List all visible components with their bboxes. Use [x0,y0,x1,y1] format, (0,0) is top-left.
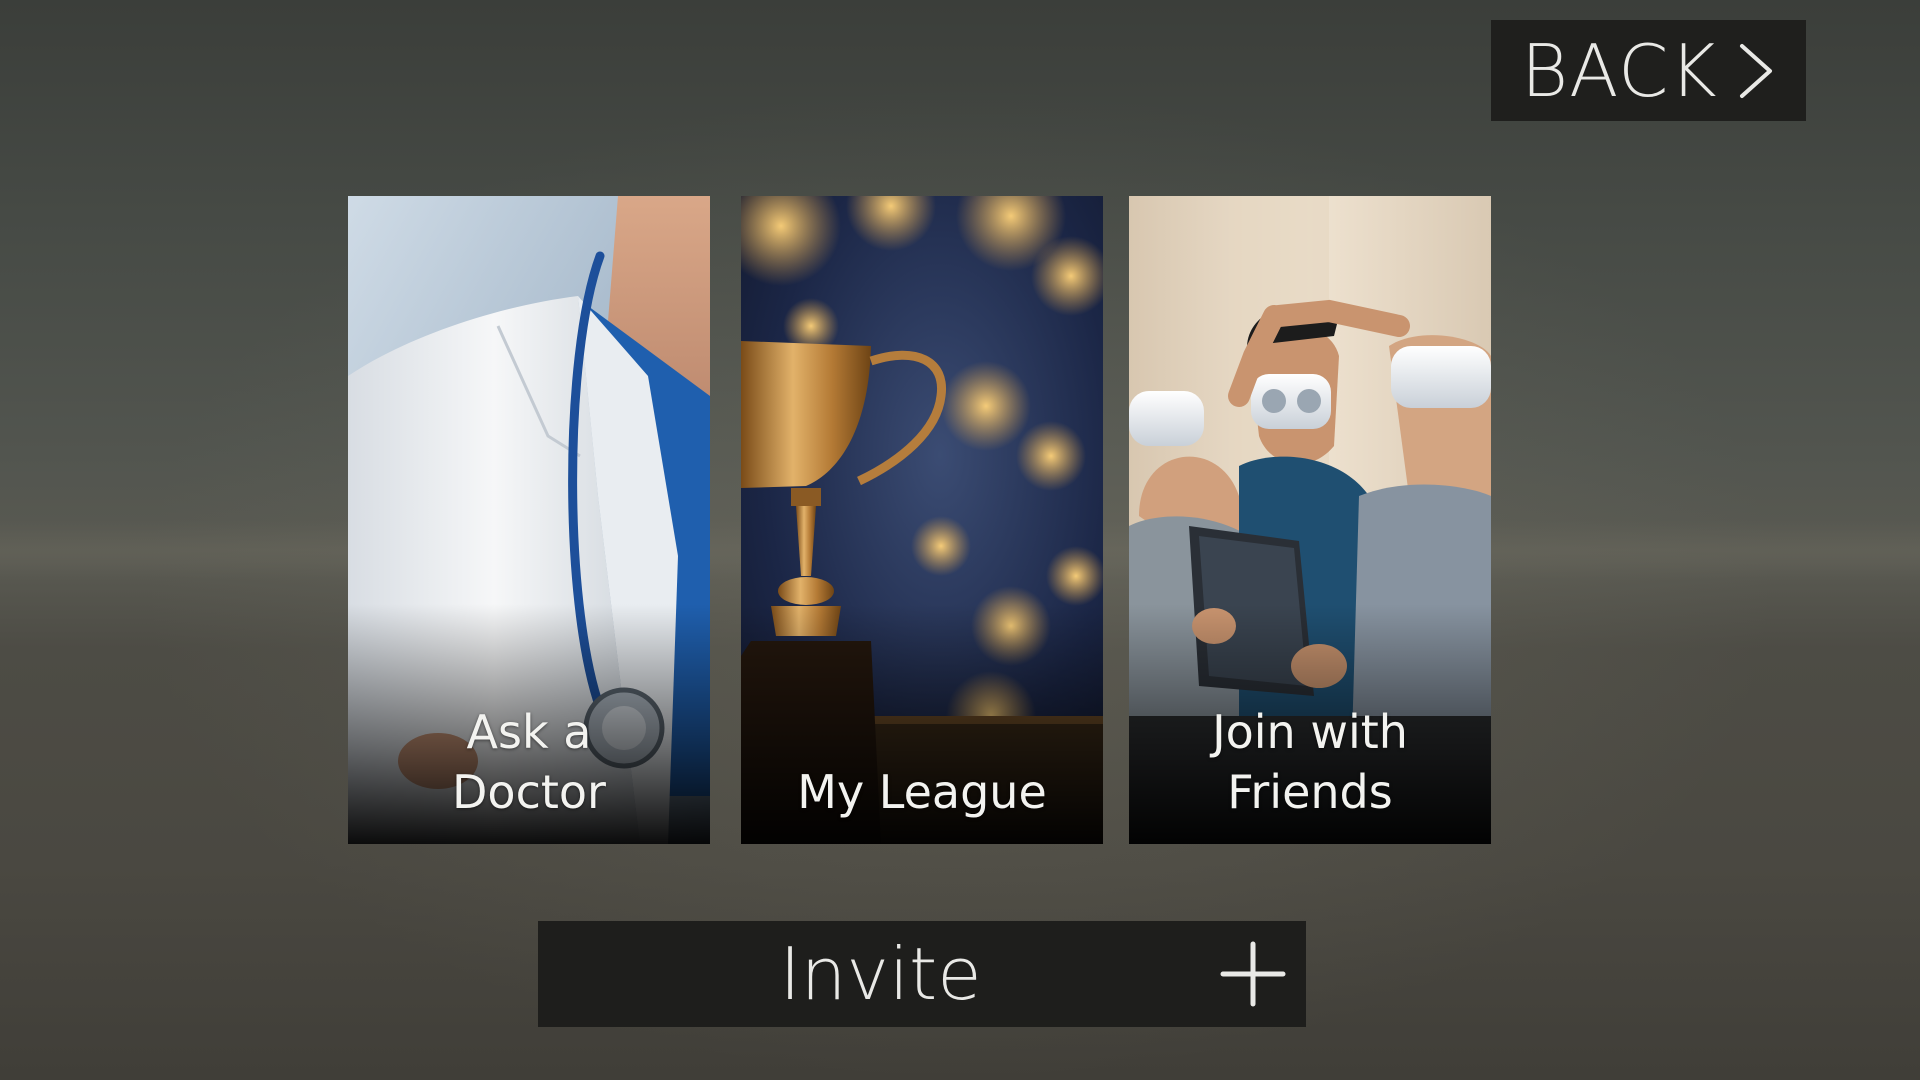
card-join-with-friends[interactable]: Join with Friends [1129,196,1491,844]
plus-icon[interactable] [1219,940,1287,1008]
card-my-league[interactable]: My League [741,196,1103,844]
card-ask-a-doctor[interactable]: Ask a Doctor [348,196,710,844]
back-button[interactable]: BACK [1491,20,1806,121]
card-label: Ask a Doctor [452,705,606,819]
card-label: My League [797,765,1047,819]
invite-button[interactable]: Invite [538,921,1306,1027]
card-label: Join with Friends [1212,705,1408,819]
invite-label: Invite [779,932,982,1016]
chevron-right-icon [1740,44,1772,98]
back-label: BACK [1521,28,1718,113]
